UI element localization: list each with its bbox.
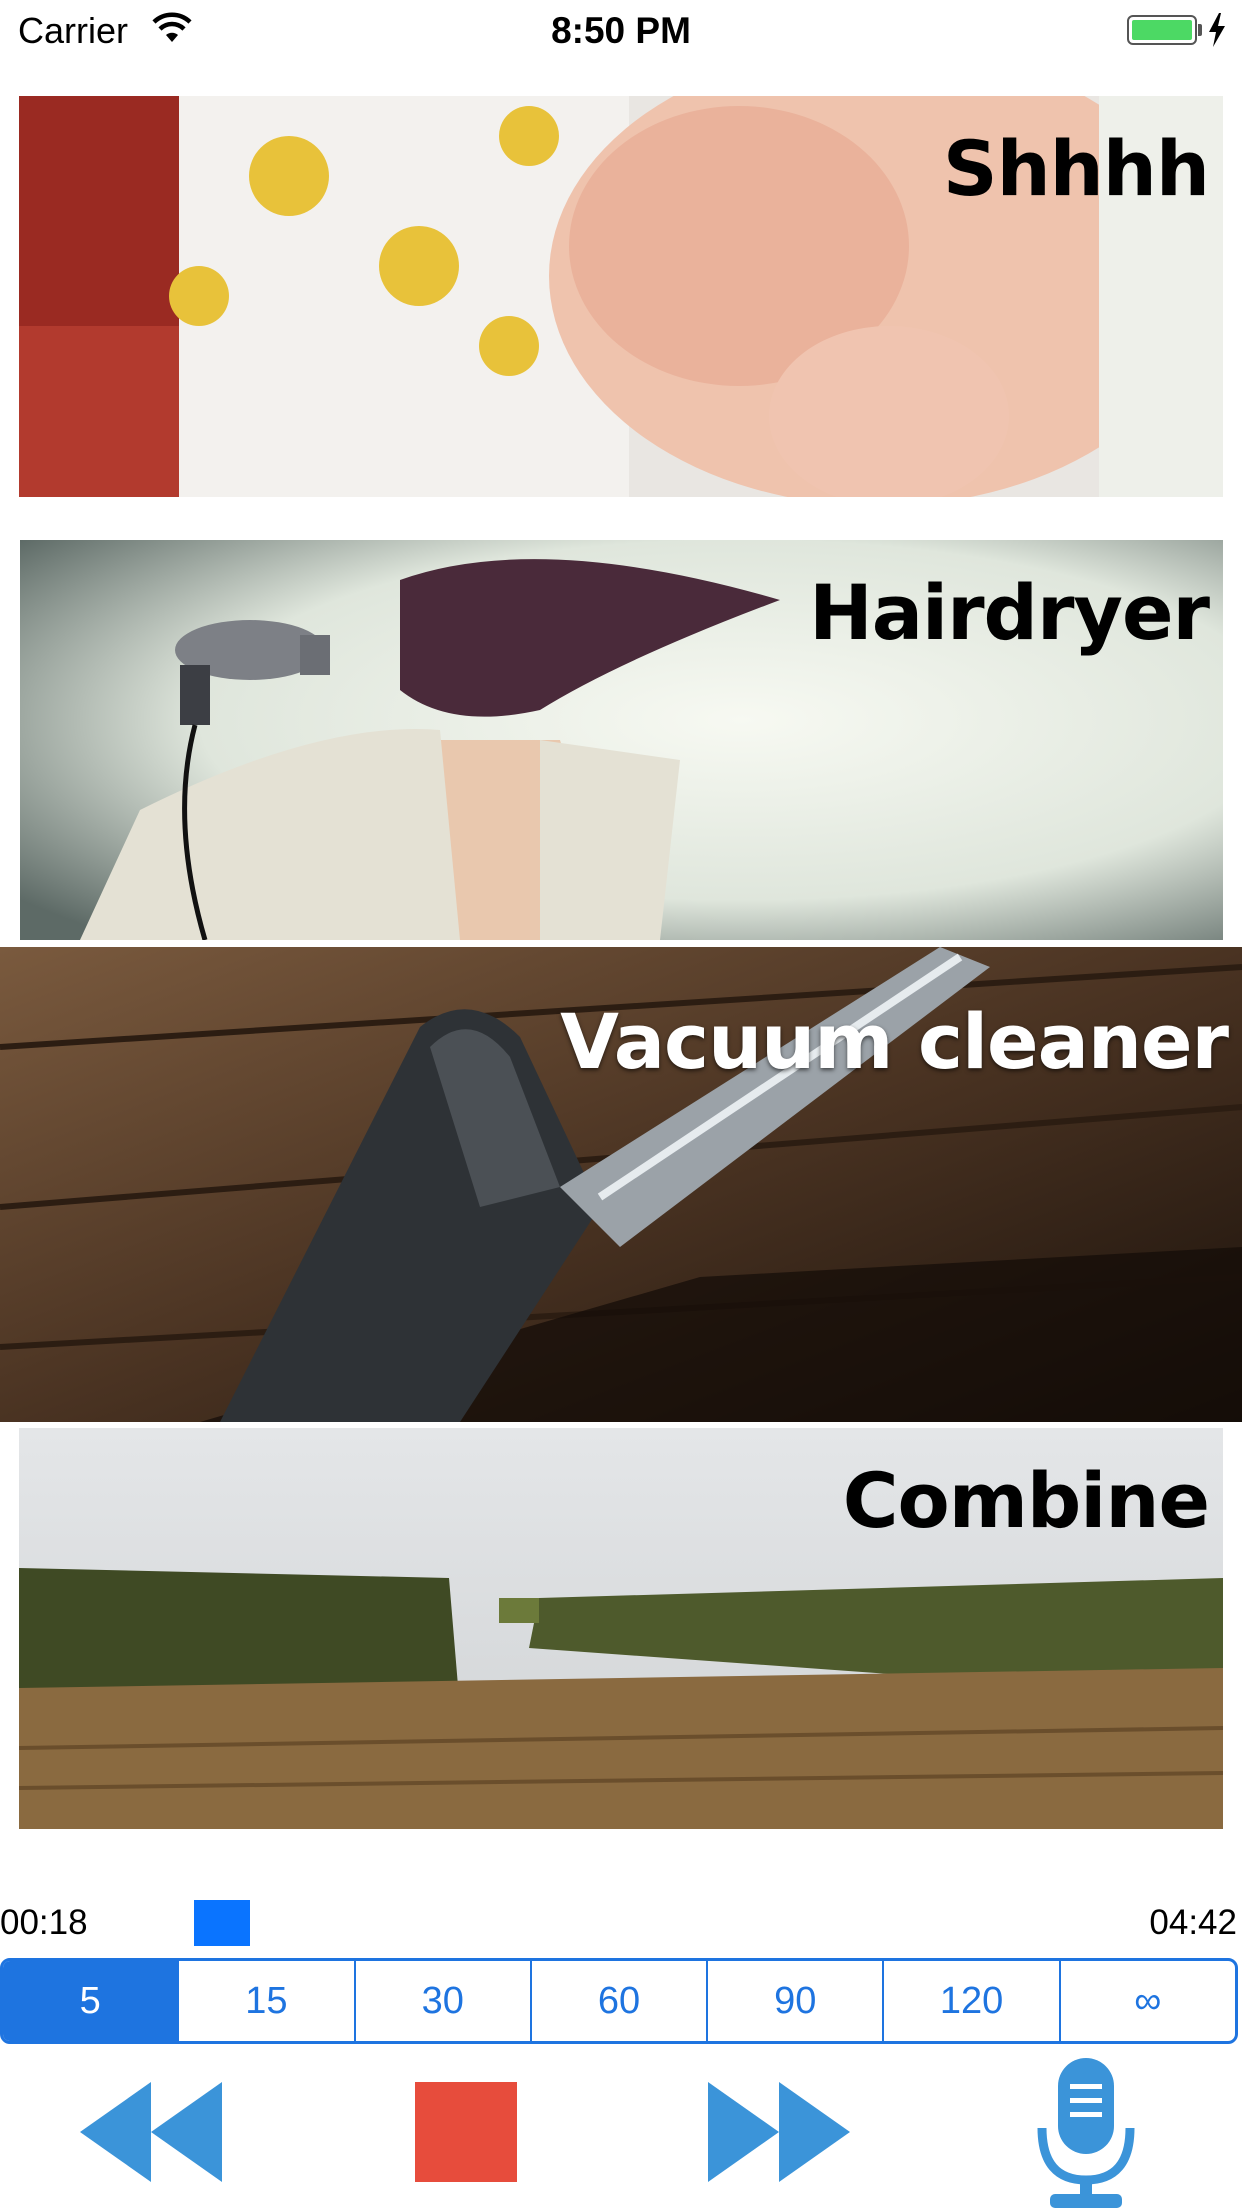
status-time: 8:50 PM [551, 10, 691, 51]
duration-option-120[interactable]: 120 [882, 1961, 1058, 2041]
duration-option-15[interactable]: 15 [177, 1961, 353, 2041]
duration-selector: 5 15 30 60 90 120 ∞ [0, 1958, 1238, 2044]
status-bar: Carrier 8:50 PM [0, 0, 1242, 60]
duration-option-infinite[interactable]: ∞ [1058, 1961, 1235, 2041]
sound-card-shhhh[interactable]: Shhhh [19, 96, 1223, 497]
duration-option-90[interactable]: 90 [706, 1961, 882, 2041]
sound-title: Shhhh [942, 124, 1210, 213]
sound-title: Vacuum cleaner [560, 997, 1229, 1086]
duration-option-5[interactable]: 5 [3, 1961, 178, 2041]
sound-card-hairdryer[interactable]: Hairdryer [20, 540, 1223, 940]
progress-indicator[interactable] [194, 1900, 250, 1946]
total-time: 04:42 [1149, 1903, 1237, 1942]
sound-title: Combine [842, 1456, 1210, 1545]
duration-option-60[interactable]: 60 [529, 1961, 706, 2041]
battery-icon [1127, 15, 1197, 45]
microphone-icon [1037, 2058, 1135, 2208]
duration-option-30[interactable]: 30 [353, 1961, 530, 2041]
sound-title: Hairdryer [809, 568, 1210, 657]
battery-tip [1198, 24, 1202, 36]
sound-card-combine[interactable]: Combine [19, 1428, 1223, 1829]
sound-card-vacuum-cleaner[interactable]: Vacuum cleaner [0, 947, 1242, 1422]
charging-bolt-icon [1209, 13, 1225, 47]
stop-button[interactable] [415, 2082, 517, 2182]
fast-forward-button[interactable] [708, 2082, 850, 2182]
microphone-button[interactable] [1036, 2058, 1136, 2208]
elapsed-time: 00:18 [0, 1903, 88, 1942]
rewind-button[interactable] [80, 2082, 222, 2182]
progress-track[interactable] [136, 1900, 1106, 1946]
fast-forward-icon [708, 2082, 850, 2182]
rewind-icon [80, 2082, 222, 2182]
